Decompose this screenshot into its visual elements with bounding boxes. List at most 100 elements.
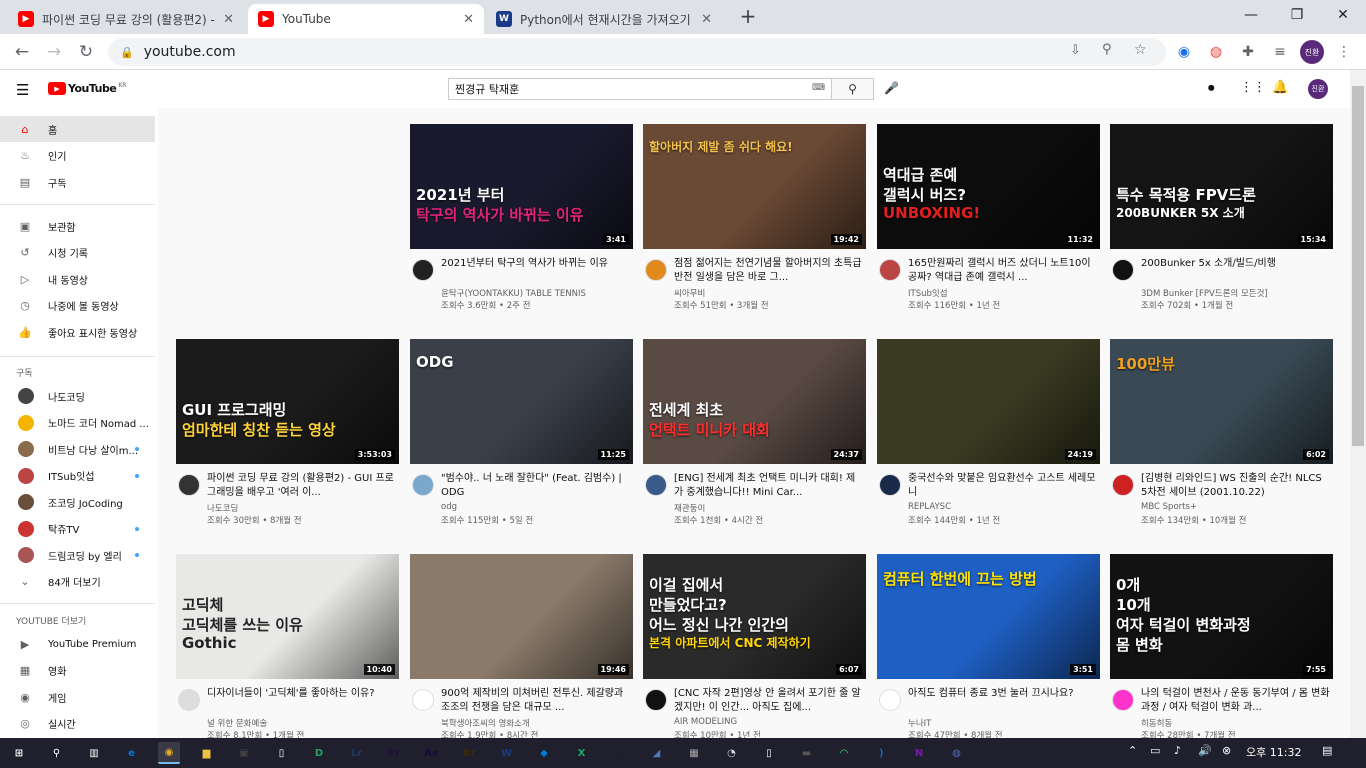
create-video-icon[interactable]: ⏺	[1208, 81, 1215, 96]
reload-icon[interactable]: ↻	[72, 38, 100, 66]
app4-icon[interactable]: ▬	[796, 742, 818, 764]
tab-python-lecture[interactable]: ▶ 파이썬 코딩 무료 강의 (활용편2) - ✕	[8, 4, 244, 34]
channel-avatar[interactable]	[178, 689, 200, 711]
video-title[interactable]: "범수야.. 너 노래 잘한다" (Feat. 김범수) | ODG	[441, 472, 631, 500]
channel-avatar[interactable]	[645, 474, 667, 496]
video-thumbnail[interactable]: GUI 프로그래밍 엄마한테 칭찬 듣는 영상 3:53:03	[176, 339, 399, 464]
video-title[interactable]: [ENG] 전세계 최초 언택트 미니카 대회! 제가 중계했습니다!! Min…	[674, 472, 864, 500]
video-title[interactable]: 아직도 컴퓨터 종료 3번 눌러 끄시나요?	[908, 687, 1098, 701]
video-title[interactable]: 점점 젊어지는 천연기념물 할아버지의 초특급 반전 일생을 담은 바로 그..…	[674, 257, 864, 285]
video-thumbnail[interactable]: 할아버지 제발 좀 쉬다 해요! 19:42	[643, 124, 866, 249]
channel-avatar[interactable]	[1112, 259, 1134, 281]
channel-name[interactable]: 누나IT	[908, 717, 1098, 729]
zoom-icon[interactable]: ⚲	[1102, 42, 1112, 57]
channel-name[interactable]: 재관둥이	[674, 502, 864, 514]
subscription-item[interactable]: 드림코딩 by 엘리	[0, 542, 155, 568]
excel2-icon[interactable]: X	[571, 742, 593, 764]
vscode-icon[interactable]: ⟩	[871, 742, 893, 764]
bluetooth-icon[interactable]: ♪	[1174, 744, 1181, 757]
video-thumbnail[interactable]: 컴퓨터 한번에 끄는 방법 3:51	[877, 554, 1100, 679]
subscription-item[interactable]: 비트남 다낭 살이m...	[0, 436, 155, 462]
sidebar-item[interactable]: ◎ 실시간	[0, 711, 155, 737]
video-title[interactable]: [CNC 자작 2편]영상 안 올려서 포기한 줄 알겠지만! 이 인간... …	[674, 687, 864, 715]
video-thumbnail[interactable]: 0개 10개 여자 턱걸이 변화과정 몸 변화 7:55	[1110, 554, 1333, 679]
channel-name[interactable]: 윤탁구(YOONTAKKU) TABLE TENNIS	[441, 287, 631, 299]
video-card[interactable]: 전세계 최초 언택트 미니카 대회 24:37 [ENG] 전세계 최초 언택트 미니…	[643, 339, 866, 544]
video-card[interactable]: ODG 11:25 "범수야.. 너 노래 잘한다" (Feat. 김범수) | O…	[410, 339, 633, 544]
subscription-item[interactable]: 탁쥬TV	[0, 516, 155, 542]
file2-icon[interactable]: ▯	[758, 742, 780, 764]
video-title[interactable]: 파이썬 코딩 무료 강의 (활용편2) - GUI 프로그래밍을 배우고 '여러…	[207, 472, 397, 500]
tab-python-time[interactable]: W Python에서 현재시간을 가져오기 ✕	[486, 4, 722, 34]
app-icon[interactable]: ◢	[646, 742, 668, 764]
channel-avatar[interactable]	[879, 259, 901, 281]
action-center-icon[interactable]: ▤	[1322, 744, 1332, 757]
sidebar-item[interactable]: ▣ 보관함	[0, 213, 155, 239]
youtube-logo[interactable]: ▶ YouTube KR	[48, 82, 126, 95]
close-tab-icon[interactable]: ✕	[463, 12, 474, 27]
edge-icon[interactable]: e	[121, 742, 143, 764]
search-button[interactable]: ⚲	[832, 78, 874, 100]
video-thumbnail[interactable]: 이걸 집에서 만들었다고? 어느 정신 나간 인간의 본격 아파트에서 CNC 제작하…	[643, 554, 866, 679]
video-card[interactable]: 할아버지 제발 좀 쉬다 해요! 19:42 점점 젊어지는 천연기념물 할아버지의…	[643, 124, 866, 329]
video-title[interactable]: [김병현 리와인드] WS 진출의 순간! NLCS 5차전 세이브 (2001…	[1141, 472, 1331, 500]
box-icon[interactable]: ◆	[533, 742, 555, 764]
channel-avatar[interactable]	[879, 689, 901, 711]
keyboard-icon[interactable]: ⌨	[812, 83, 825, 93]
video-card[interactable]: 100만뷰 6:02 [김병현 리와인드] WS 진출의 순간! NLCS 5차전 …	[1110, 339, 1333, 544]
sidebar-item[interactable]: ♨ 인기	[0, 143, 155, 169]
app2-icon[interactable]: ▦	[683, 742, 705, 764]
video-card[interactable]: 2021년 부터 탁구의 역사가 바뀌는 이유 3:41 2021년부터 탁구의 역사…	[410, 124, 633, 329]
taskview-icon[interactable]: ▥	[83, 742, 105, 764]
video-card[interactable]: 이걸 집에서 만들었다고? 어느 정신 나간 인간의 본격 아파트에서 CNC 제작하…	[643, 554, 866, 738]
extension-color-icon[interactable]: ◍	[1206, 42, 1226, 62]
video-card[interactable]: 특수 목적용 FPV드론 200BUNKER 5X 소개 15:34 200Bunke…	[1110, 124, 1333, 329]
account-avatar[interactable]: 진환	[1308, 79, 1328, 99]
video-thumbnail[interactable]: 19:46	[410, 554, 633, 679]
video-thumbnail[interactable]: 역대급 존예 갤럭시 버즈? UNBOXING! 11:32	[877, 124, 1100, 249]
video-thumbnail[interactable]: 100만뷰 6:02	[1110, 339, 1333, 464]
channel-name[interactable]: ITSub잇섭	[908, 287, 1098, 299]
channel-avatar[interactable]	[412, 689, 434, 711]
channel-avatar[interactable]	[1112, 689, 1134, 711]
channel-avatar[interactable]	[879, 474, 901, 496]
video-title[interactable]: 165만원짜리 갤럭시 버즈 샀더니 노트10이 공짜? 역대급 존예 갤럭시 …	[908, 257, 1098, 285]
excel-icon[interactable]: D	[308, 742, 330, 764]
channel-name[interactable]: AIR MODELING	[674, 717, 864, 727]
video-title[interactable]: 나의 턱걸이 변천사 / 운동 동기부여 / 몸 변화 과정 / 여자 턱걸이 …	[1141, 687, 1331, 715]
video-thumbnail[interactable]: 2021년 부터 탁구의 역사가 바뀌는 이유 3:41	[410, 124, 633, 249]
address-bar[interactable]: 🔒 youtube.com ⇩ ⚲ ☆	[108, 38, 1166, 66]
channel-name[interactable]: MBC Sports+	[1141, 502, 1331, 512]
chrome-icon[interactable]: ◉	[158, 742, 180, 764]
start-icon[interactable]: ⊞	[8, 742, 30, 764]
tab-youtube[interactable]: ▶ YouTube ✕	[248, 4, 484, 34]
onenote-icon[interactable]: N	[908, 742, 930, 764]
cmd-icon[interactable]: ▭	[608, 742, 630, 764]
sidebar-item[interactable]: ▶ YouTube Premium	[0, 631, 155, 657]
hamburger-menu-icon[interactable]: ☰	[16, 81, 29, 99]
lightroom-icon[interactable]: Lr	[346, 742, 368, 764]
channel-name[interactable]: 북학생아조씨의 영화소개	[441, 717, 631, 729]
video-title[interactable]: 디자이너들이 '고딕체'를 좋아하는 이유?	[207, 687, 397, 701]
volume-icon[interactable]: 🔊	[1198, 744, 1212, 757]
install-icon[interactable]: ⇩	[1070, 43, 1081, 58]
sidebar-item[interactable]: ◷ 나중에 볼 동영상	[0, 293, 155, 319]
subscription-item[interactable]: 조코딩 JoCoding	[0, 489, 155, 515]
subscription-item[interactable]: 나도코딩	[0, 383, 155, 409]
notifications-bell-icon[interactable]: 🔔	[1272, 80, 1288, 95]
channel-name[interactable]: 씨아무비	[674, 287, 864, 299]
maximize-icon[interactable]: ❐	[1274, 0, 1320, 30]
video-thumbnail[interactable]: ODG 11:25	[410, 339, 633, 464]
minimize-icon[interactable]: —	[1228, 0, 1274, 30]
extensions-puzzle-icon[interactable]: ✚	[1238, 42, 1258, 62]
android-icon[interactable]: ◠	[833, 742, 855, 764]
video-title[interactable]: 2021년부터 탁구의 역사가 바뀌는 이유	[441, 257, 631, 271]
channel-name[interactable]: odg	[441, 502, 631, 512]
video-card[interactable]: 24:19 중국선수와 맞붙은 임요환선수 고스트 세레모니 REPLAYSC 조회수…	[877, 339, 1100, 544]
channel-name[interactable]: 히동히동	[1141, 717, 1331, 729]
bookmark-star-icon[interactable]: ☆	[1134, 42, 1147, 58]
sidebar-item[interactable]: ⌂ 홈	[0, 116, 155, 142]
store-icon[interactable]: ▣	[233, 742, 255, 764]
aftereffects-icon[interactable]: Ae	[421, 742, 443, 764]
wf-icon[interactable]: W	[496, 742, 518, 764]
